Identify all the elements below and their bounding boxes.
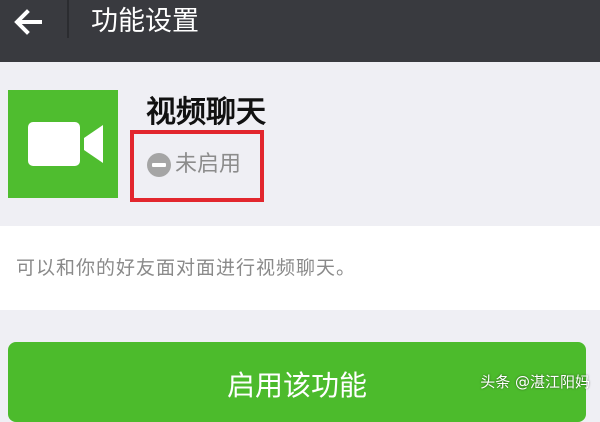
watermark: 头条 @湛江阳妈 bbox=[480, 373, 590, 391]
arrow-left-icon bbox=[14, 9, 42, 35]
minus-circle-icon bbox=[147, 153, 171, 177]
feature-description: 可以和你的好友面对面进行视频聊天。 bbox=[16, 257, 357, 279]
description-card: 可以和你的好友面对面进行视频聊天。 bbox=[0, 226, 600, 310]
status-text: 未启用 bbox=[175, 152, 242, 177]
video-camera-icon bbox=[28, 122, 103, 166]
back-button[interactable] bbox=[0, 0, 60, 45]
video-chat-app-icon bbox=[8, 90, 118, 198]
feature-name: 视频聊天 bbox=[146, 95, 266, 130]
topbar-divider bbox=[67, 0, 69, 38]
status-row: 未启用 bbox=[147, 150, 241, 180]
top-bar: 功能设置 bbox=[0, 0, 600, 62]
page-title: 功能设置 bbox=[91, 6, 199, 37]
